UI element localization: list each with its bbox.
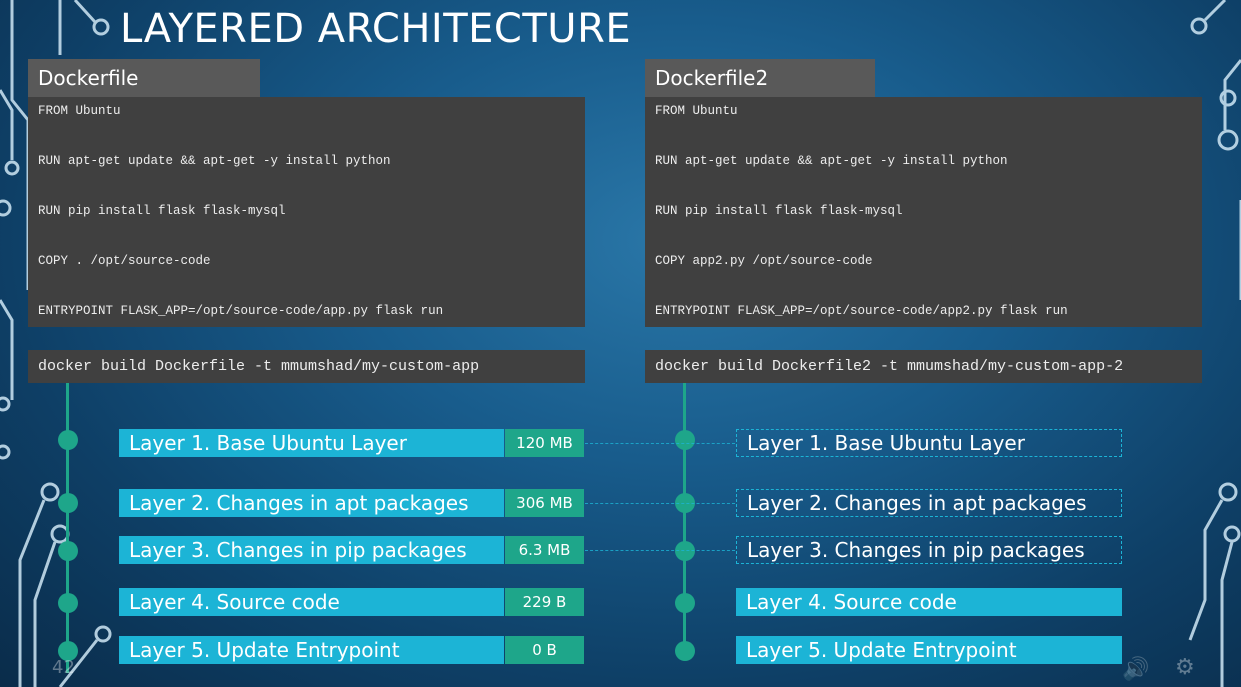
volume-icon[interactable]: 🔊 (1122, 656, 1149, 682)
layer-3-label: Layer 3. Changes in pip packages (119, 536, 504, 564)
code-line: COPY app2.py /opt/source-code (655, 254, 873, 268)
layer-3-size: 6.3 MB (505, 536, 584, 564)
layer-4-label: Layer 4. Source code (119, 588, 504, 616)
settings-icon[interactable]: ⚙ (1175, 654, 1195, 680)
layer2-3-label: Layer 3. Changes in pip packages (736, 536, 1122, 564)
timeline-dot (58, 541, 78, 561)
layer-2-size: 306 MB (505, 489, 584, 517)
timeline-dot (675, 430, 695, 450)
layer2-5-label: Layer 5. Update Entrypoint (736, 636, 1122, 664)
shared-layer-connector (585, 443, 735, 444)
code-line: ENTRYPOINT FLASK_APP=/opt/source-code/ap… (655, 304, 1068, 318)
build2-command: docker build Dockerfile2 -t mmumshad/my-… (645, 350, 1202, 383)
timeline-dot (58, 430, 78, 450)
layer2-4-label: Layer 4. Source code (736, 588, 1122, 616)
layer-1-label: Layer 1. Base Ubuntu Layer (119, 429, 504, 457)
slide-title: LAYERED ARCHITECTURE (120, 6, 632, 52)
build-command: docker build Dockerfile -t mmumshad/my-c… (28, 350, 585, 383)
code-line: RUN apt-get update && apt-get -y install… (38, 154, 391, 168)
code-line: COPY . /opt/source-code (38, 254, 211, 268)
code-line: ENTRYPOINT FLASK_APP=/opt/source-code/ap… (38, 304, 444, 318)
layer-4-size: 229 B (505, 588, 584, 616)
timeline-dot (58, 593, 78, 613)
timeline-dot (675, 641, 695, 661)
code-line: RUN apt-get update && apt-get -y install… (655, 154, 1008, 168)
timeline-dot (58, 493, 78, 513)
left-timeline (66, 383, 69, 673)
layer2-1-label: Layer 1. Base Ubuntu Layer (736, 429, 1122, 457)
code-line: RUN pip install flask flask-mysql (655, 204, 903, 218)
player-time: 42 (52, 657, 75, 678)
layer-5-label: Layer 5. Update Entrypoint (119, 636, 504, 664)
dockerfile-code: FROM Ubuntu RUN apt-get update && apt-ge… (28, 97, 585, 327)
timeline-dot (675, 593, 695, 613)
timeline-dot (675, 541, 695, 561)
layer-2-label: Layer 2. Changes in apt packages (119, 489, 504, 517)
layer-1-size: 120 MB (505, 429, 584, 457)
dockerfile2-code: FROM Ubuntu RUN apt-get update && apt-ge… (645, 97, 1202, 327)
code-line: RUN pip install flask flask-mysql (38, 204, 286, 218)
dockerfile-header: Dockerfile (28, 59, 260, 97)
layer-5-size: 0 B (505, 636, 584, 664)
dockerfile2-header: Dockerfile2 (645, 59, 875, 97)
code-line: FROM Ubuntu (655, 104, 738, 118)
layer2-2-label: Layer 2. Changes in apt packages (736, 489, 1122, 517)
code-line: FROM Ubuntu (38, 104, 121, 118)
shared-layer-connector (585, 550, 735, 551)
shared-layer-connector (585, 503, 735, 504)
